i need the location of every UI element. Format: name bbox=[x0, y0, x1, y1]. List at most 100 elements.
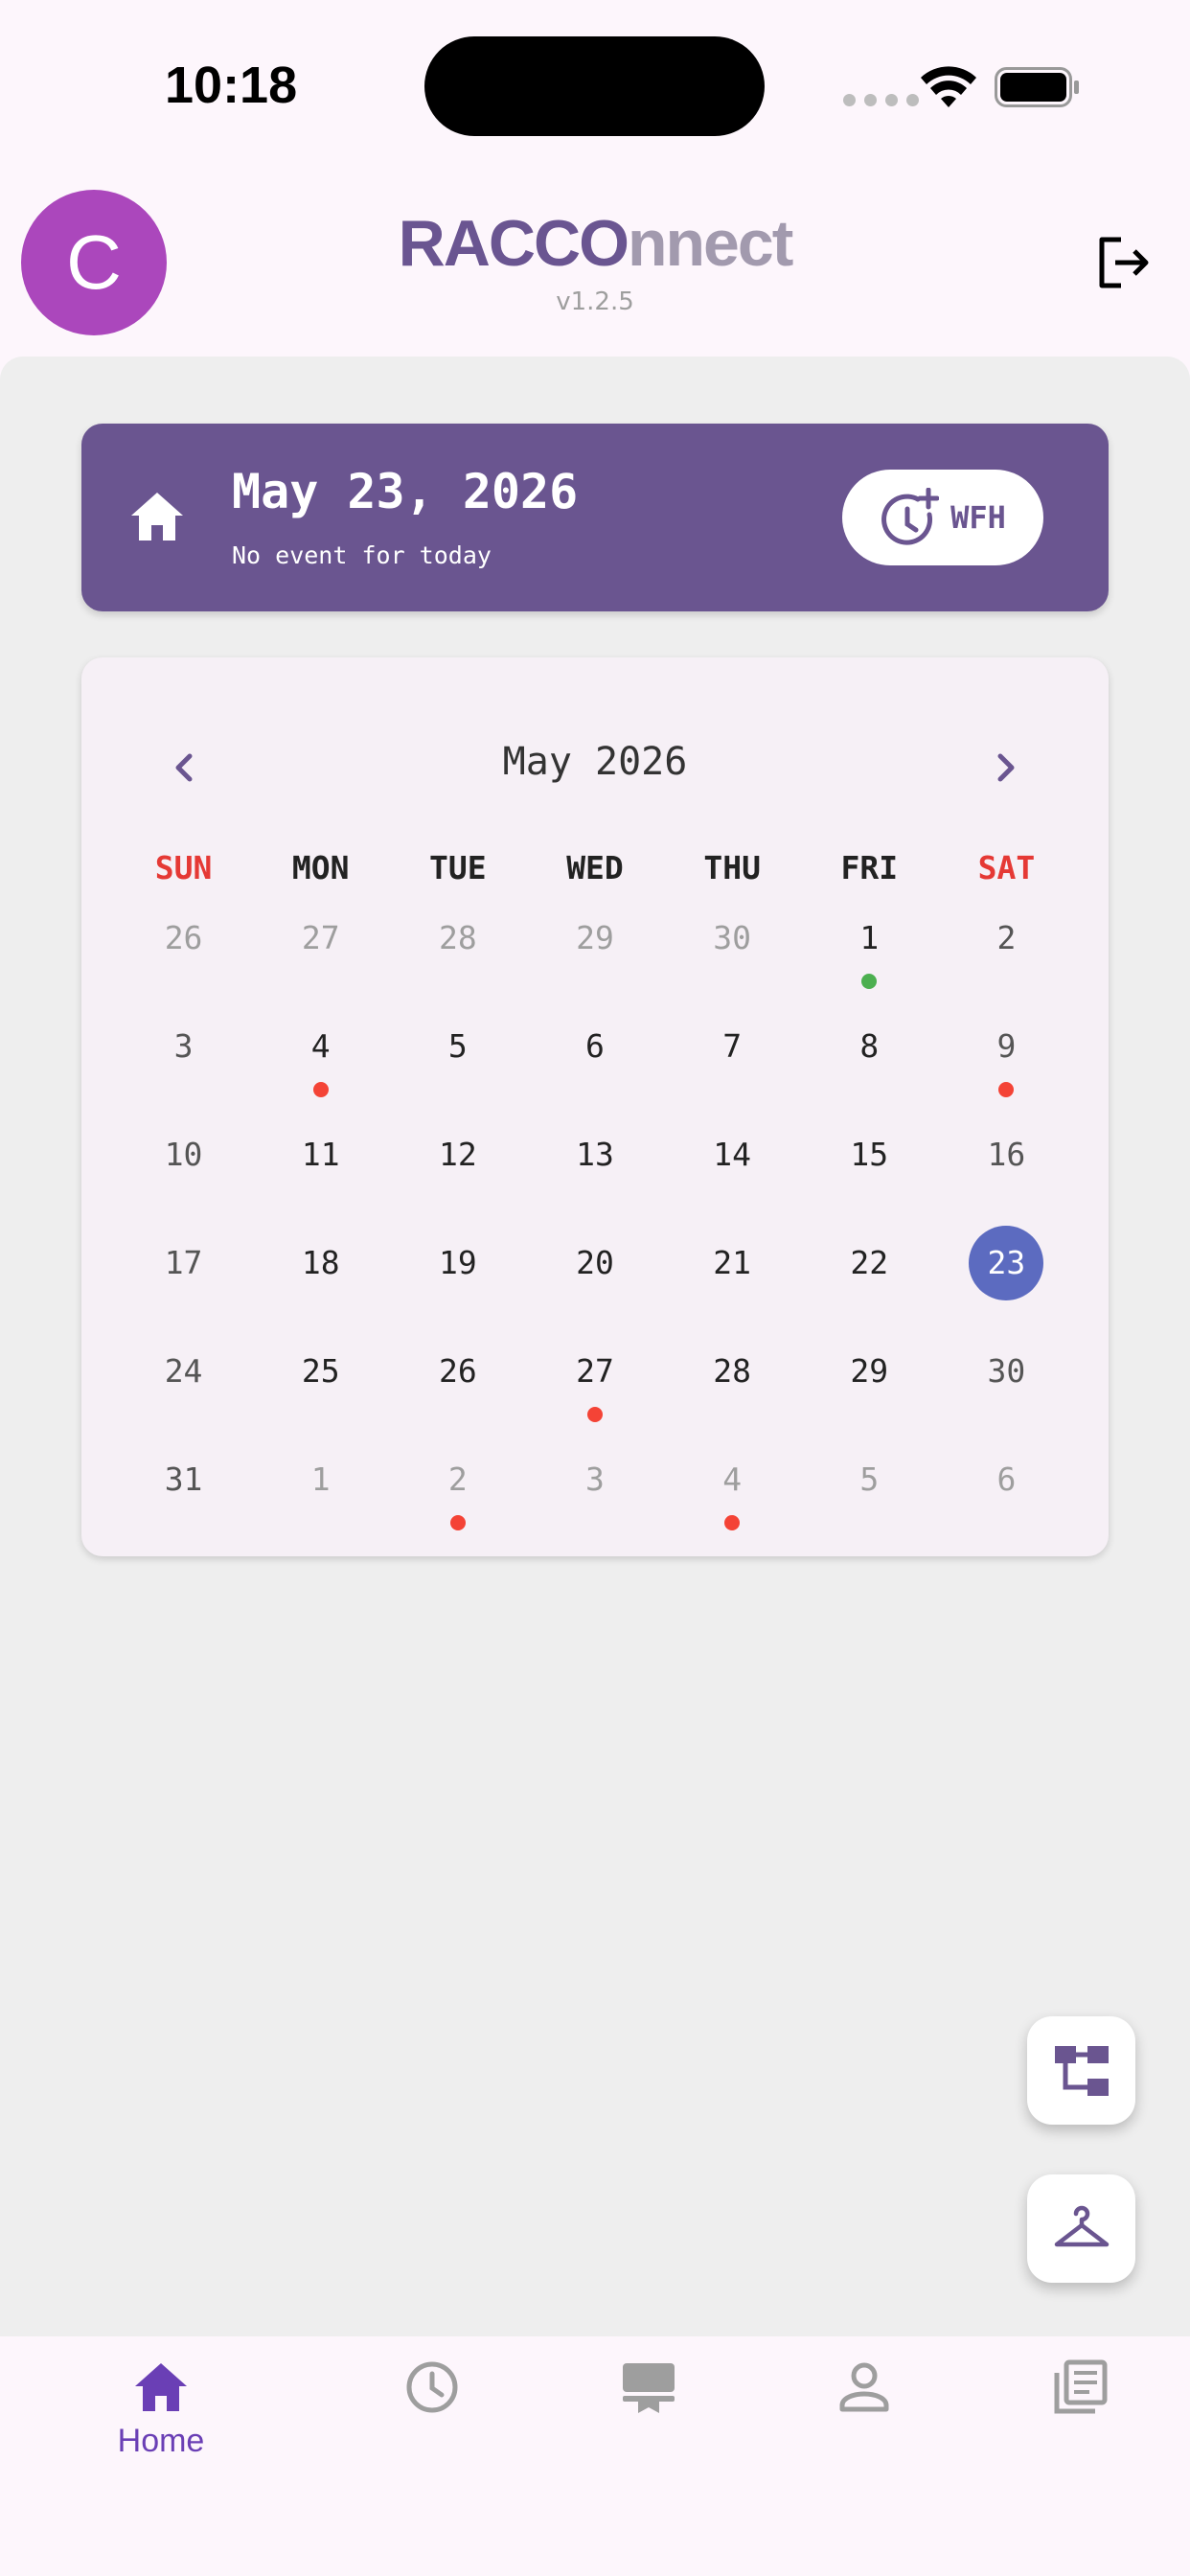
nav-home-label: Home bbox=[117, 2423, 205, 2459]
weekday-label: SAT bbox=[977, 849, 1036, 886]
calendar-day[interactable]: 13 bbox=[526, 1119, 663, 1228]
calendar-day[interactable]: 15 bbox=[801, 1119, 938, 1228]
calendar-day[interactable]: 1 bbox=[252, 1444, 389, 1552]
org-chart-icon bbox=[1054, 2045, 1109, 2096]
day-number: 6 bbox=[996, 1460, 1017, 1498]
day-number: 7 bbox=[722, 1027, 743, 1065]
person-icon bbox=[839, 2362, 889, 2412]
wfh-button[interactable]: WFH bbox=[842, 470, 1043, 565]
day-number: 26 bbox=[164, 919, 203, 956]
wifi-icon bbox=[921, 66, 976, 107]
app-header: C RACCOnnect v1.2.5 bbox=[0, 172, 1190, 355]
calendar-day[interactable]: 28 bbox=[664, 1336, 801, 1444]
calendar-day[interactable]: 5 bbox=[801, 1444, 938, 1552]
day-number: 16 bbox=[987, 1136, 1026, 1173]
nav-desk[interactable] bbox=[553, 2358, 744, 2417]
calendar-day[interactable]: 9 bbox=[938, 1011, 1075, 1119]
calendar-day[interactable]: 21 bbox=[664, 1228, 801, 1336]
calendar-day[interactable]: 26 bbox=[389, 1336, 526, 1444]
event-dot bbox=[449, 1515, 466, 1530]
calendar-day[interactable]: 16 bbox=[938, 1119, 1075, 1228]
calendar-day[interactable]: 24 bbox=[115, 1336, 252, 1444]
clock-plus-icon bbox=[881, 488, 940, 545]
calendar-day[interactable]: 26 bbox=[115, 903, 252, 1011]
calendar-day[interactable]: 29 bbox=[801, 1336, 938, 1444]
calendar-month-title: May 2026 bbox=[502, 740, 688, 784]
today-card: May 23, 2026 No event for today WFH bbox=[81, 424, 1109, 611]
calendar-day[interactable]: 12 bbox=[389, 1119, 526, 1228]
logo-part-2: nnect bbox=[627, 207, 793, 280]
calendar-day[interactable]: 18 bbox=[252, 1228, 389, 1336]
day-number: 26 bbox=[438, 1352, 477, 1390]
day-number: 8 bbox=[859, 1027, 880, 1065]
calendar-day[interactable]: 3 bbox=[115, 1011, 252, 1119]
calendar-day[interactable]: 14 bbox=[664, 1119, 801, 1228]
event-dot bbox=[312, 1082, 329, 1097]
day-number: 21 bbox=[713, 1244, 751, 1281]
calendar-day[interactable]: 5 bbox=[389, 1011, 526, 1119]
logout-icon[interactable] bbox=[1092, 232, 1154, 293]
status-time: 10:18 bbox=[165, 57, 298, 114]
calendar-day[interactable]: 20 bbox=[526, 1228, 663, 1336]
calendar-day[interactable]: 19 bbox=[389, 1228, 526, 1336]
day-number: 15 bbox=[850, 1136, 889, 1173]
day-number: 5 bbox=[447, 1027, 468, 1065]
battery-icon bbox=[995, 67, 1079, 107]
calendar-day[interactable]: 30 bbox=[938, 1336, 1075, 1444]
calendar-day[interactable]: 2 bbox=[389, 1444, 526, 1552]
calendar-day[interactable]: 4 bbox=[252, 1011, 389, 1119]
day-number: 31 bbox=[164, 1460, 203, 1498]
nav-documents[interactable] bbox=[985, 2358, 1177, 2417]
logo-part-1: RACCO bbox=[398, 207, 629, 280]
calendar-day[interactable]: 31 bbox=[115, 1444, 252, 1552]
calendar-day[interactable]: 10 bbox=[115, 1119, 252, 1228]
documents-icon bbox=[1054, 2359, 1108, 2414]
calendar-day[interactable]: 28 bbox=[389, 903, 526, 1011]
calendar-week: 10 11 12 13 14 15 16 bbox=[115, 1119, 1075, 1228]
calendar-day[interactable]: 7 bbox=[664, 1011, 801, 1119]
nav-home[interactable]: Home bbox=[65, 2358, 257, 2460]
calendar-day[interactable]: 30 bbox=[664, 903, 801, 1011]
calendar-day[interactable]: 2 bbox=[938, 903, 1075, 1011]
org-chart-button[interactable] bbox=[1027, 2016, 1135, 2125]
day-number: 14 bbox=[713, 1136, 751, 1173]
calendar-day[interactable]: 17 bbox=[115, 1228, 252, 1336]
calendar-day-selected[interactable]: 23 bbox=[938, 1226, 1075, 1336]
day-number: 1 bbox=[310, 1460, 331, 1498]
weekday-label: TUE bbox=[429, 849, 487, 886]
day-number: 28 bbox=[713, 1352, 751, 1390]
day-number: 30 bbox=[713, 919, 751, 956]
nav-attendance[interactable] bbox=[336, 2358, 528, 2417]
hanger-button[interactable] bbox=[1027, 2174, 1135, 2283]
day-number: 11 bbox=[301, 1136, 340, 1173]
desk-icon bbox=[623, 2363, 675, 2413]
day-number: 12 bbox=[438, 1136, 477, 1173]
today-event-status: No event for today bbox=[232, 541, 492, 569]
weekday-label: SUN bbox=[154, 849, 213, 886]
status-bar: 10:18 bbox=[0, 0, 1190, 172]
weekday-label: MON bbox=[291, 849, 350, 886]
calendar-week: 31 1 2 3 4 5 6 bbox=[115, 1444, 1075, 1552]
day-number: 23 bbox=[969, 1226, 1044, 1300]
calendar-day[interactable]: 1 bbox=[801, 903, 938, 1011]
calendar-day[interactable]: 27 bbox=[252, 903, 389, 1011]
calendar-day[interactable]: 29 bbox=[526, 903, 663, 1011]
chevron-right-icon[interactable] bbox=[986, 748, 1024, 787]
day-number: 3 bbox=[585, 1460, 605, 1498]
calendar-day[interactable]: 25 bbox=[252, 1336, 389, 1444]
calendar-day[interactable]: 3 bbox=[526, 1444, 663, 1552]
day-number: 18 bbox=[301, 1244, 340, 1281]
home-icon bbox=[135, 2363, 187, 2411]
bottom-navigation: Home bbox=[0, 2336, 1190, 2576]
calendar-day[interactable]: 8 bbox=[801, 1011, 938, 1119]
calendar-day[interactable]: 27 bbox=[526, 1336, 663, 1444]
calendar-day[interactable]: 6 bbox=[526, 1011, 663, 1119]
nav-profile[interactable] bbox=[768, 2358, 960, 2417]
calendar-day[interactable]: 11 bbox=[252, 1119, 389, 1228]
calendar-day[interactable]: 22 bbox=[801, 1228, 938, 1336]
calendar-day[interactable]: 6 bbox=[938, 1444, 1075, 1552]
weekday-label: WED bbox=[566, 849, 624, 886]
day-number: 28 bbox=[438, 919, 477, 956]
day-number: 17 bbox=[164, 1244, 203, 1281]
calendar-day[interactable]: 4 bbox=[664, 1444, 801, 1552]
